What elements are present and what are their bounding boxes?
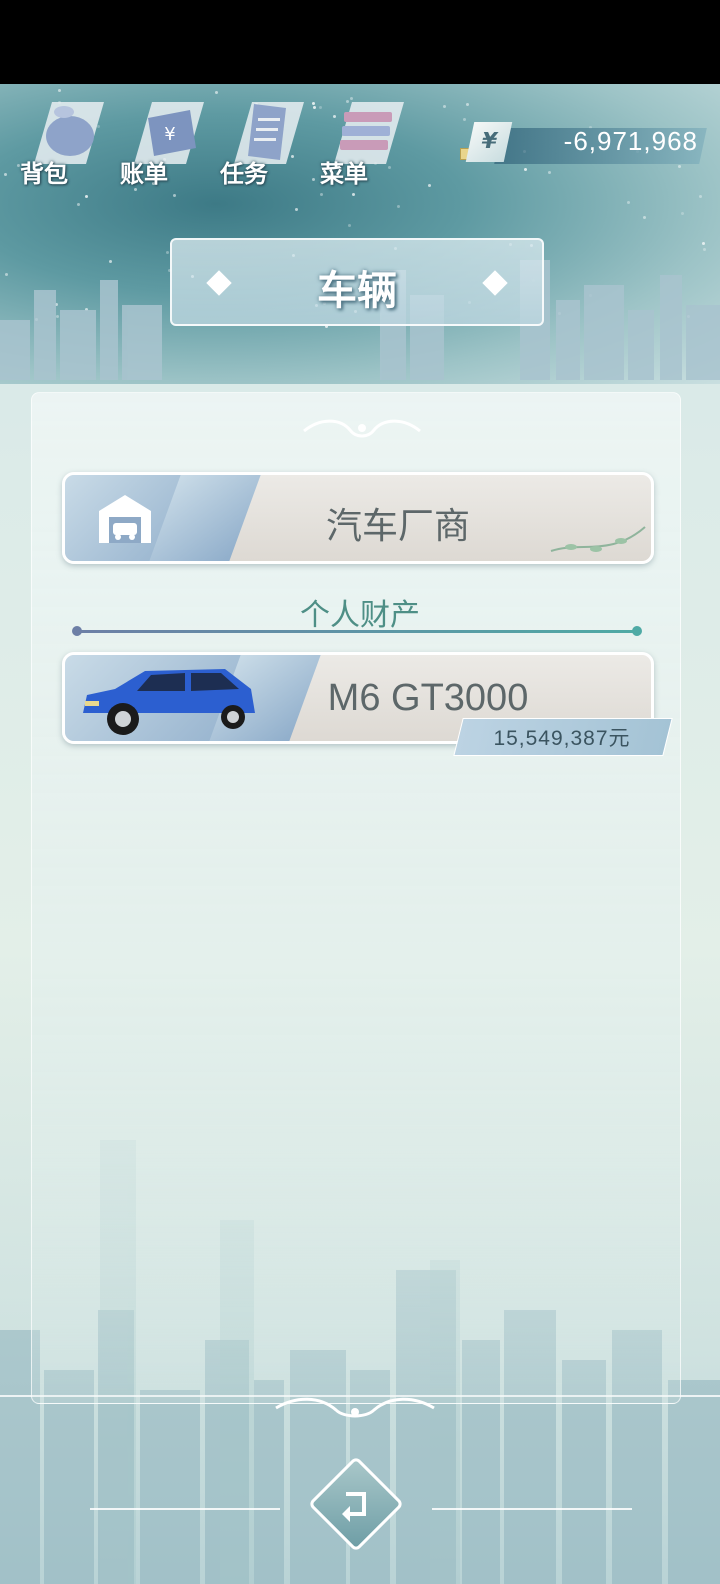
sky-star — [466, 103, 469, 106]
sky-star — [643, 216, 646, 219]
toolbar-bag-label: 背包 — [20, 160, 68, 188]
personal-property-heading: 个人财产 — [300, 598, 420, 633]
toolbar-menu-button[interactable]: 菜单 — [320, 92, 410, 188]
bottom-line-right — [432, 1508, 632, 1510]
sky-star — [428, 184, 431, 187]
divider-dot-right — [632, 626, 642, 636]
toolbar-bill-button[interactable]: ¥ 账单 — [120, 92, 210, 188]
vehicle-name: M6 GT3000 — [327, 677, 529, 719]
sky-star — [348, 224, 351, 227]
car-dealer-label: 汽车厂商 — [325, 506, 470, 547]
sky-star — [85, 195, 88, 198]
sky-star — [352, 193, 355, 196]
sky-star — [173, 194, 176, 197]
section-divider — [76, 630, 638, 633]
toolbar-bag-button[interactable]: 背包 — [20, 92, 110, 188]
car-dealer-button[interactable]: 汽车厂商 — [62, 472, 654, 564]
page-title: 车辆 — [317, 268, 397, 314]
page-title-plate: 车辆 — [170, 238, 544, 326]
sky-star — [295, 208, 298, 211]
sky-star — [312, 102, 315, 105]
sky-star — [681, 212, 684, 215]
sky-star — [312, 178, 315, 181]
toolbar-task-label: 任务 — [220, 160, 268, 188]
sky-star — [702, 242, 705, 245]
vehicle-price: 15,549,387元 — [493, 727, 631, 750]
sky-star — [77, 203, 80, 206]
flourish-ornament-top — [303, 419, 421, 438]
toolbar-task-button[interactable]: 任务 — [220, 92, 310, 188]
money-display: ¥ -6,971,968 — [458, 118, 707, 168]
toolbar-menu-label: 菜单 — [320, 160, 368, 188]
money-amount: -6,971,968 — [563, 126, 698, 156]
sky-star — [215, 91, 218, 94]
sky-star — [548, 171, 551, 174]
sky-star — [320, 193, 323, 196]
divider-dot-left — [72, 626, 82, 636]
sky-star — [627, 201, 630, 204]
sky-star — [524, 168, 527, 171]
svg-text:¥: ¥ — [164, 124, 175, 145]
sky-star — [4, 173, 7, 176]
status-bar — [0, 0, 720, 84]
toolbar-bill-label: 账单 — [120, 160, 168, 188]
sky-star — [443, 105, 446, 108]
back-arrow-icon — [342, 1492, 366, 1522]
sky-star — [313, 106, 316, 109]
flourish-ornament-bottom — [275, 1397, 435, 1418]
sky-star — [699, 195, 702, 198]
sky-star — [397, 205, 400, 208]
bottom-line-left — [90, 1508, 280, 1510]
